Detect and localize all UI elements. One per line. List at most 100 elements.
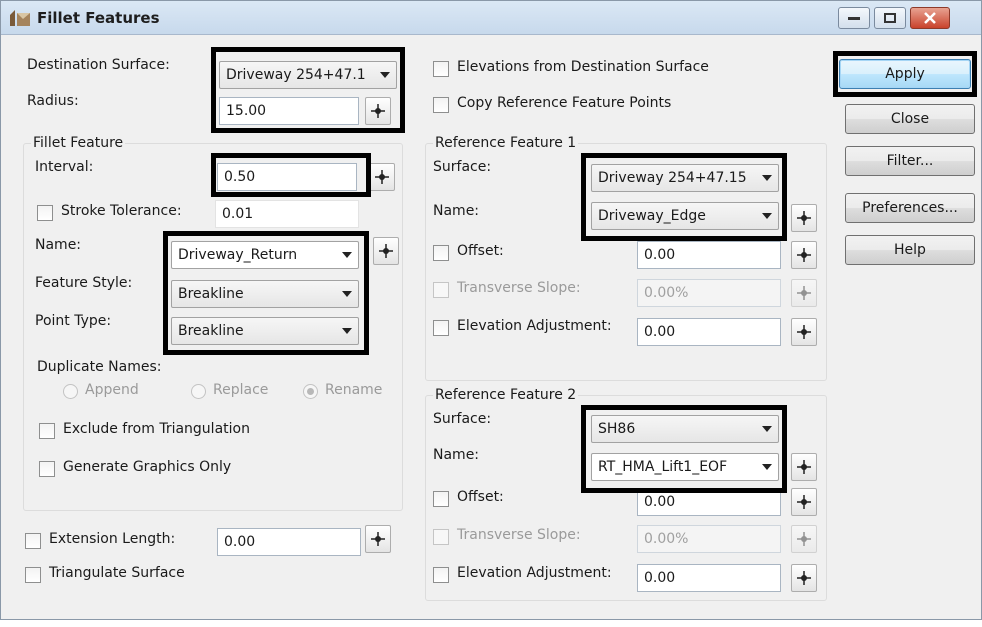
triangulate-surface-label: Triangulate Surface: [49, 565, 185, 581]
point-type-value: Breakline: [178, 323, 244, 339]
triangulate-surface-checkbox[interactable]: [25, 567, 41, 583]
dropdown-arrow-icon: [342, 291, 352, 297]
rename-radio[interactable]: [303, 384, 318, 399]
elevations-from-destination-checkbox[interactable]: [433, 61, 449, 77]
generate-graphics-label: Generate Graphics Only: [63, 459, 232, 475]
ref2-surface-value: SH86: [598, 421, 636, 437]
ref1-offset-pick-button[interactable]: [791, 241, 817, 269]
ref2-elevation-adjustment-checkbox[interactable]: [433, 567, 449, 583]
ref1-transverse-input[interactable]: 0.00%: [637, 279, 781, 307]
apply-button[interactable]: Apply: [839, 59, 971, 89]
point-type-label: Point Type:: [35, 313, 112, 329]
ref2-transverse-checkbox[interactable]: [433, 529, 449, 545]
ref1-surface-label: Surface:: [433, 159, 492, 175]
append-radio-label: Append: [85, 382, 139, 398]
crosshair-icon: [797, 248, 811, 262]
ref2-transverse-input[interactable]: 0.00%: [637, 525, 781, 553]
name-pick-button[interactable]: [373, 237, 399, 265]
ref2-surface-select[interactable]: SH86: [591, 415, 779, 443]
generate-graphics-checkbox[interactable]: [39, 461, 55, 477]
interval-pick-button[interactable]: [369, 163, 395, 191]
crosshair-icon: [797, 211, 811, 225]
stroke-tolerance-checkbox[interactable]: [37, 205, 53, 221]
title-bar: Fillet Features: [1, 1, 981, 35]
ref2-elevation-adjustment-input[interactable]: 0.00: [637, 564, 781, 592]
copy-reference-points-label: Copy Reference Feature Points: [457, 95, 672, 111]
append-radio[interactable]: [63, 384, 78, 399]
ref2-elevation-adjustment-pick-button[interactable]: [791, 564, 817, 592]
close-window-button[interactable]: [910, 7, 950, 29]
feature-style-select[interactable]: Breakline: [171, 280, 359, 308]
crosshair-icon: [375, 170, 389, 184]
ref1-name-value: Driveway_Edge: [598, 208, 706, 224]
help-button[interactable]: Help: [845, 235, 975, 265]
filter-button[interactable]: Filter...: [845, 146, 975, 176]
dropdown-arrow-icon: [342, 328, 352, 334]
dropdown-arrow-icon: [762, 464, 772, 470]
name-select[interactable]: Driveway_Return: [171, 241, 359, 269]
crosshair-icon: [797, 571, 811, 585]
dropdown-arrow-icon: [762, 175, 772, 181]
extension-length-input[interactable]: 0.00: [217, 528, 361, 556]
ref1-transverse-pick-button[interactable]: [791, 279, 817, 307]
crosshair-icon: [797, 460, 811, 474]
extension-length-label: Extension Length:: [49, 531, 176, 547]
ref2-transverse-label: Transverse Slope:: [457, 527, 581, 543]
stroke-tolerance-label: Stroke Tolerance:: [61, 203, 182, 219]
dropdown-arrow-icon: [762, 426, 772, 432]
interval-label: Interval:: [35, 159, 94, 175]
ref2-name-select[interactable]: RT_HMA_Lift1_EOF: [591, 453, 779, 481]
replace-radio[interactable]: [191, 384, 206, 399]
reference-feature-1-title: Reference Feature 1: [433, 135, 579, 151]
ref1-name-select[interactable]: Driveway_Edge: [591, 202, 779, 230]
extension-length-pick-button[interactable]: [365, 525, 391, 553]
dropdown-arrow-icon: [380, 72, 390, 78]
ref1-surface-select[interactable]: Driveway 254+47.15: [591, 164, 779, 192]
ref1-offset-checkbox[interactable]: [433, 245, 449, 261]
destination-surface-select[interactable]: Driveway 254+47.1: [219, 61, 397, 89]
ref1-offset-input[interactable]: 0.00: [637, 241, 781, 269]
radius-label: Radius:: [27, 93, 79, 109]
bottom-strip: [0, 620, 982, 627]
maximize-button[interactable]: [874, 7, 906, 29]
name-value: Driveway_Return: [178, 247, 298, 263]
interval-input[interactable]: 0.50: [217, 163, 357, 191]
ref1-offset-label: Offset:: [457, 243, 504, 259]
ref2-offset-input[interactable]: 0.00: [637, 488, 781, 516]
ref2-elevation-adjustment-label: Elevation Adjustment:: [457, 565, 612, 581]
ref1-name-label: Name:: [433, 203, 480, 219]
window-title: Fillet Features: [37, 9, 160, 27]
radius-pick-button[interactable]: [365, 97, 391, 125]
fillet-feature-group-title: Fillet Feature: [31, 135, 126, 151]
exclude-triangulation-label: Exclude from Triangulation: [63, 421, 250, 437]
exclude-triangulation-checkbox[interactable]: [39, 423, 55, 439]
close-button[interactable]: Close: [845, 104, 975, 134]
ref1-transverse-checkbox[interactable]: [433, 282, 449, 298]
elevations-from-destination-label: Elevations from Destination Surface: [457, 59, 709, 75]
ref1-elevation-adjustment-checkbox[interactable]: [433, 320, 449, 336]
feature-style-label: Feature Style:: [35, 275, 133, 291]
ref1-elevation-adjustment-input[interactable]: 0.00: [637, 318, 781, 346]
stroke-tolerance-input[interactable]: 0.01: [215, 200, 359, 228]
ref1-elevation-adjustment-pick-button[interactable]: [791, 318, 817, 346]
minimize-button[interactable]: [838, 7, 870, 29]
ref1-name-pick-button[interactable]: [791, 204, 817, 232]
crosshair-icon: [797, 532, 811, 546]
ref2-name-label: Name:: [433, 447, 480, 463]
point-type-select[interactable]: Breakline: [171, 317, 359, 345]
duplicate-names-label: Duplicate Names:: [37, 359, 162, 375]
ref1-transverse-label: Transverse Slope:: [457, 280, 581, 296]
dropdown-arrow-icon: [762, 213, 772, 219]
radius-input[interactable]: 15.00: [219, 97, 359, 125]
ref1-elevation-adjustment-label: Elevation Adjustment:: [457, 318, 612, 334]
copy-reference-points-checkbox[interactable]: [433, 97, 449, 113]
ref2-offset-checkbox[interactable]: [433, 491, 449, 507]
ref2-offset-pick-button[interactable]: [791, 488, 817, 516]
ref2-transverse-pick-button[interactable]: [791, 525, 817, 553]
preferences-button[interactable]: Preferences...: [845, 193, 975, 223]
extension-length-checkbox[interactable]: [25, 533, 41, 549]
fillet-app-icon: [10, 10, 30, 26]
name-label: Name:: [35, 237, 82, 253]
close-icon: [924, 12, 936, 24]
ref2-name-pick-button[interactable]: [791, 453, 817, 481]
